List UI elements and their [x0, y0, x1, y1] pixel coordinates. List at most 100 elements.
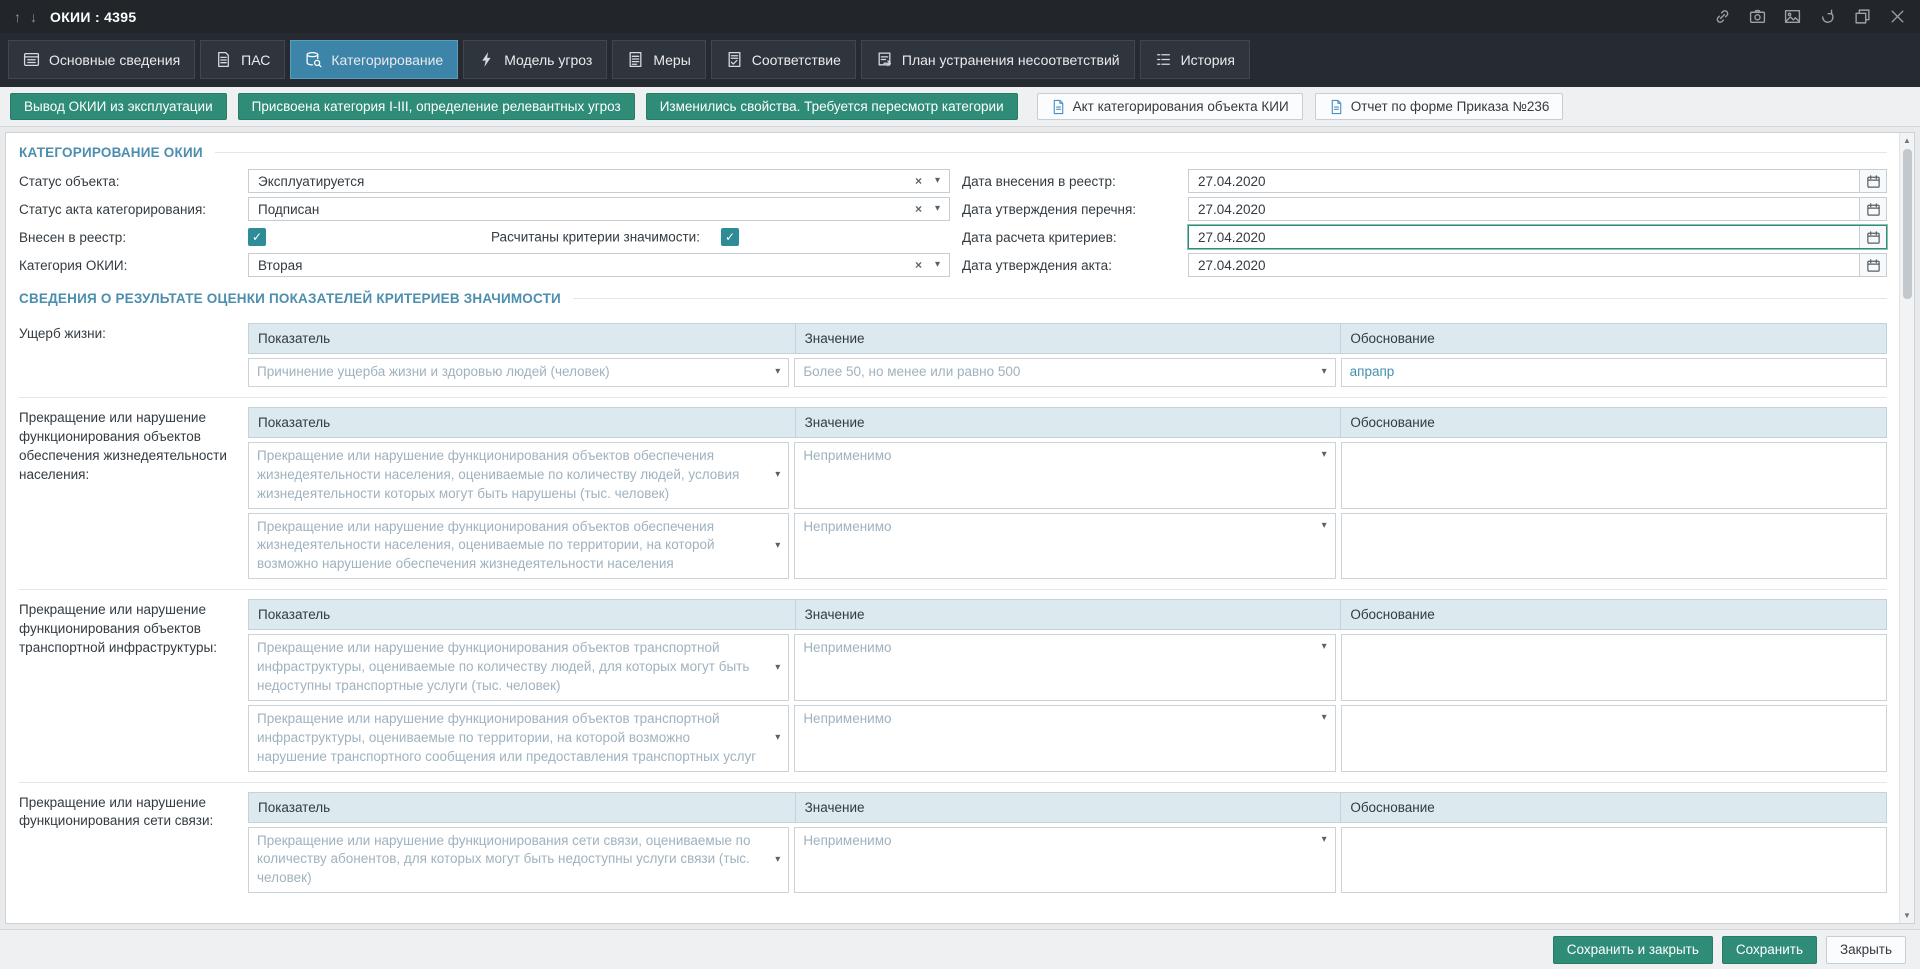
- object-status-select[interactable]: Эксплуатируется × ▾: [248, 169, 950, 193]
- form-row: Статус объекта: Эксплуатируется × ▾ Дата…: [19, 169, 1887, 193]
- in-registry-checkbox[interactable]: ✓: [248, 228, 266, 246]
- calendar-icon[interactable]: [1859, 198, 1886, 220]
- column-header-indicator: Показатель: [258, 607, 331, 623]
- document-icon: [1329, 99, 1344, 115]
- restore-window-icon[interactable]: [1854, 8, 1871, 25]
- justification-input[interactable]: [1340, 441, 1887, 509]
- date-value[interactable]: 27.04.2020: [1189, 170, 1859, 192]
- chevron-down-icon[interactable]: ▾: [935, 176, 940, 186]
- database-search-icon: [305, 51, 322, 68]
- justification-input[interactable]: [1340, 512, 1887, 580]
- section-title: СВЕДЕНИЯ О РЕЗУЛЬТАТЕ ОЦЕНКИ ПОКАЗАТЕЛЕЙ…: [19, 291, 561, 306]
- indicator-select[interactable]: Причинение ущерба жизни и здоровью людей…: [248, 358, 790, 387]
- tab-general-info[interactable]: Основные сведения: [8, 40, 196, 79]
- calendar-icon[interactable]: [1859, 254, 1886, 276]
- tab-compliance[interactable]: Соответствие: [710, 40, 856, 79]
- tab-categorization[interactable]: Категорирование: [290, 40, 459, 79]
- select-value: Неприменимо: [803, 832, 892, 848]
- justification-cell: апрапр: [1340, 358, 1887, 387]
- select-value: Подписан: [258, 201, 320, 217]
- calendar-icon[interactable]: [1859, 170, 1886, 192]
- date-value[interactable]: 27.04.2020: [1189, 226, 1859, 248]
- select-value: Эксплуатируется: [258, 173, 365, 189]
- clear-icon[interactable]: ×: [915, 175, 922, 187]
- indicator-select[interactable]: Прекращение или нарушение функционирован…: [248, 634, 790, 701]
- clear-icon[interactable]: ×: [915, 259, 922, 271]
- form-row: Внесен в реестр: ✓ Расчитаны критерии зн…: [19, 225, 1887, 249]
- scroll-up-icon[interactable]: ▲: [1903, 133, 1911, 148]
- indicator-cell: Прекращение или нарушение функционирован…: [248, 826, 794, 894]
- tab-label: План устранения несоответствий: [901, 51, 1120, 68]
- value-select[interactable]: Более 50, но менее или равно 500 ▾: [794, 358, 1336, 387]
- column-header-value: Значение: [794, 792, 1341, 822]
- criteria-table-header-row: Показатель Значение Обоснование: [248, 791, 1887, 823]
- justification-input[interactable]: [1340, 634, 1887, 701]
- tab-pas[interactable]: ПАС: [200, 40, 286, 79]
- criteria-group-life-damage: Ущерб жизни: Показатель Значение Обоснов…: [19, 315, 1887, 387]
- chevron-down-icon[interactable]: ▾: [935, 260, 940, 270]
- column-header-justification: Обоснование: [1340, 324, 1886, 353]
- justification-input[interactable]: [1340, 704, 1887, 772]
- button-label: Закрыть: [1840, 942, 1892, 957]
- calendar-icon[interactable]: [1859, 226, 1886, 248]
- form-icon: [23, 51, 40, 68]
- image-icon[interactable]: [1784, 8, 1801, 25]
- value-select[interactable]: Неприменимо ▾: [794, 512, 1336, 580]
- save-and-close-button[interactable]: Сохранить и закрыть: [1552, 935, 1713, 964]
- vertical-scrollbar[interactable]: ▲ ▼: [1899, 133, 1914, 923]
- button-label: Сохранить и закрыть: [1566, 942, 1699, 957]
- next-record-button[interactable]: ↓: [30, 9, 37, 25]
- value-select[interactable]: Неприменимо ▾: [794, 826, 1336, 894]
- value-select[interactable]: Неприменимо ▾: [794, 634, 1336, 701]
- value-cell: Неприменимо ▾: [794, 512, 1340, 580]
- justification-input[interactable]: [1340, 826, 1887, 894]
- indicator-select[interactable]: Прекращение или нарушение функционирован…: [248, 826, 790, 894]
- indicator-select[interactable]: Прекращение или нарушение функционирован…: [248, 512, 790, 580]
- scroll-down-icon[interactable]: ▼: [1903, 908, 1911, 923]
- close-button[interactable]: Закрыть: [1826, 935, 1906, 964]
- decommission-button[interactable]: Вывод ОКИИ из эксплуатации: [10, 93, 227, 120]
- chevron-down-icon: ▾: [1321, 711, 1327, 723]
- prev-record-button[interactable]: ↑: [14, 9, 21, 25]
- order-236-report-button[interactable]: Отчет по форме Приказа №236: [1314, 93, 1564, 120]
- justification-cell: [1340, 634, 1887, 701]
- tab-threat-model[interactable]: Модель угроз: [463, 40, 608, 79]
- indicator-cell: Прекращение или нарушение функционирован…: [248, 634, 794, 701]
- category-select[interactable]: Вторая × ▾: [248, 253, 950, 277]
- category-label: Категория ОКИИ:: [19, 257, 128, 273]
- clear-icon[interactable]: ×: [915, 203, 922, 215]
- tab-remediation-plan[interactable]: План устранения несоответствий: [860, 40, 1135, 79]
- save-button[interactable]: Сохранить: [1721, 935, 1817, 964]
- categorization-act-report-button[interactable]: Акт категорирования объекта КИИ: [1036, 93, 1303, 120]
- snapshot-icon[interactable]: [1749, 8, 1766, 25]
- act-status-select[interactable]: Подписан × ▾: [248, 197, 950, 221]
- category-assigned-button[interactable]: Присвоена категория I-III, определение р…: [237, 93, 635, 120]
- indicator-select[interactable]: Прекращение или нарушение функционирован…: [248, 441, 790, 509]
- link-icon[interactable]: [1714, 8, 1731, 25]
- window-title: ОКИИ : 4395: [50, 8, 137, 25]
- indicator-select[interactable]: Прекращение или нарушение функционирован…: [248, 704, 790, 772]
- tab-label: Категорирование: [331, 51, 444, 68]
- justification-input[interactable]: апрапр: [1340, 358, 1887, 387]
- chevron-down-icon: ▾: [775, 732, 781, 744]
- date-value[interactable]: 27.04.2020: [1189, 254, 1859, 276]
- date-act-approved-input: 27.04.2020: [1188, 253, 1887, 277]
- criteria-calculated-checkbox[interactable]: ✓: [721, 228, 739, 246]
- refresh-icon[interactable]: [1819, 8, 1836, 25]
- tab-label: Модель угроз: [504, 51, 593, 68]
- value-select[interactable]: Неприменимо ▾: [794, 704, 1336, 772]
- button-label: Вывод ОКИИ из эксплуатации: [24, 99, 213, 114]
- section-criteria-header: СВЕДЕНИЯ О РЕЗУЛЬТАТЕ ОЦЕНКИ ПОКАЗАТЕЛЕЙ…: [19, 291, 1887, 306]
- chevron-down-icon[interactable]: ▾: [935, 204, 940, 214]
- value-cell: Неприменимо ▾: [794, 441, 1340, 509]
- tab-history[interactable]: История: [1139, 40, 1250, 79]
- scrollbar-thumb[interactable]: [1902, 149, 1912, 299]
- value-select[interactable]: Неприменимо ▾: [794, 441, 1336, 509]
- select-value: Прекращение или нарушение функционирован…: [257, 710, 757, 764]
- properties-changed-button[interactable]: Изменились свойства. Требуется пересмотр…: [645, 93, 1018, 120]
- date-value[interactable]: 27.04.2020: [1189, 198, 1859, 220]
- close-icon[interactable]: [1889, 8, 1906, 25]
- criteria-table-header-row: Показатель Значение Обоснование: [248, 599, 1887, 631]
- select-value: Неприменимо: [803, 710, 892, 726]
- tab-measures[interactable]: Меры: [612, 40, 706, 79]
